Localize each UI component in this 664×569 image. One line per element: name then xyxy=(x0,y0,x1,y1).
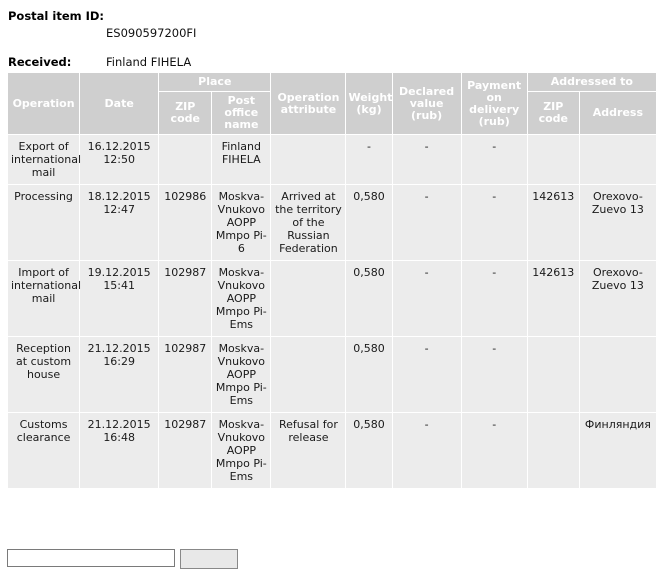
cell-weight: 0,580 xyxy=(346,261,392,336)
tracking-number-input[interactable] xyxy=(7,549,175,567)
cell-place-zip-code: 102986 xyxy=(159,185,212,260)
cell-operation: Export of international mail xyxy=(8,135,81,184)
tracking-page: Postal item ID: ES090597200FI Received: … xyxy=(0,0,664,569)
col-header-payment-on-delivery: Payment on delivery (rub) xyxy=(461,73,527,134)
col-group-header-place: Place xyxy=(159,73,271,91)
cell-operation-attribute xyxy=(271,261,346,336)
cell-address xyxy=(579,337,656,412)
cell-declared-value: - xyxy=(392,135,461,184)
cell-payment-on-delivery: - xyxy=(461,261,527,336)
cell-addressed-zip-code: 142613 xyxy=(527,261,579,336)
tracking-table-body: Export of international mail 16.12.2015 1… xyxy=(8,135,656,488)
cell-date: 21.12.2015 16:48 xyxy=(80,413,159,488)
cell-addressed-zip-code xyxy=(527,135,579,184)
cell-weight: 0,580 xyxy=(346,185,392,260)
col-header-post-office-name: Post office name xyxy=(212,92,271,134)
cell-payment-on-delivery: - xyxy=(461,337,527,412)
table-row: Export of international mail 16.12.2015 1… xyxy=(8,135,656,184)
cell-place-zip-code: 102987 xyxy=(159,337,212,412)
cell-place-zip-code[interactable]: 102987 xyxy=(159,413,212,488)
col-header-addressed-zip-code: ZIP code xyxy=(527,92,579,134)
received-label: Received: xyxy=(8,55,72,69)
cell-post-office-name: Finland FIHELA xyxy=(212,135,271,184)
cell-address: Финляндия xyxy=(579,413,656,488)
cell-operation-attribute: Arrived at the territory of the Russian … xyxy=(271,185,346,260)
table-row: Processing 18.12.2015 12:47 102986 Moskva-V… xyxy=(8,185,656,260)
cell-post-office-name: Moskva-Vnukovo AOPP Mmpo Pi-Ems xyxy=(212,413,271,488)
cell-address: Orexovo-Zuevo 13 xyxy=(579,185,656,260)
cell-date: 16.12.2015 12:50 xyxy=(80,135,159,184)
cell-addressed-zip-code: 142613 xyxy=(527,185,579,260)
cell-operation: Reception at custom house xyxy=(8,337,80,412)
summary-row-item-id-value: ES090597200FI xyxy=(8,25,664,41)
cell-operation-attribute: Refusal for release xyxy=(271,413,346,488)
tracking-table-head: Operation Date Place Operation attribute… xyxy=(8,73,656,134)
cell-addressed-zip-code xyxy=(527,413,579,488)
table-row: Customs clearance 21.12.2015 16:48 102987 M… xyxy=(8,413,656,488)
postal-item-id-value: ES090597200FI xyxy=(106,26,197,40)
cell-address: Orexovo-Zuevo 13 xyxy=(579,261,656,336)
cell-declared-value: - xyxy=(392,413,461,488)
tracking-table-wrap: Operation Date Place Operation attribute… xyxy=(0,72,664,489)
col-header-declared-value: Declared value (rub) xyxy=(392,73,461,134)
cell-payment-on-delivery: - xyxy=(461,135,527,184)
cell-payment-on-delivery: - xyxy=(461,185,527,260)
summary-row-item-id: Postal item ID: xyxy=(8,8,664,24)
cell-post-office-name: Moskva-Vnukovo AOPP Mmpo Pi-Ems xyxy=(212,261,271,336)
cell-place-zip-code xyxy=(159,135,212,184)
cell-operation: Import of international mail xyxy=(8,261,81,336)
track-search-form xyxy=(7,549,238,569)
header-row-groups: Operation Date Place Operation attribute… xyxy=(8,73,656,134)
col-header-place-zip-code: ZIP code xyxy=(159,92,212,134)
cell-post-office-name: Moskva-Vnukovo AOPP Mmpo Pi-Ems xyxy=(212,337,271,412)
col-header-address: Address xyxy=(579,92,656,134)
received-value: Finland FIHELA xyxy=(106,55,192,69)
cell-date: 18.12.2015 12:47 xyxy=(80,185,159,260)
cell-address xyxy=(579,135,656,184)
table-row: Reception at custom house 21.12.2015 16:2… xyxy=(8,337,656,412)
track-submit-button[interactable] xyxy=(180,549,238,569)
cell-place-zip-code: 102987 xyxy=(159,261,212,336)
postal-item-id-label: Postal item ID: xyxy=(8,9,105,23)
table-row: Import of international mail 19.12.2015 1… xyxy=(8,261,656,336)
cell-operation: Processing xyxy=(8,185,80,260)
cell-declared-value: - xyxy=(392,337,461,412)
cell-weight: 0,580 xyxy=(346,413,392,488)
summary-row-received: Received: Finland FIHELA xyxy=(8,54,664,70)
summary-spacer xyxy=(8,43,664,54)
zip-code-link[interactable]: 102987 xyxy=(164,418,206,431)
col-header-operation-attribute: Operation attribute xyxy=(271,73,346,134)
cell-payment-on-delivery: - xyxy=(461,413,527,488)
cell-weight: 0,580 xyxy=(346,337,392,412)
cell-operation-attribute xyxy=(271,337,346,412)
cell-post-office-name: Moskva-Vnukovo AOPP Mmpo Pi-6 xyxy=(212,185,271,260)
col-group-header-addressed-to: Addressed to xyxy=(527,73,656,91)
col-header-operation: Operation xyxy=(8,73,80,134)
col-header-date: Date xyxy=(80,73,159,134)
cell-operation-attribute xyxy=(271,135,346,184)
shipment-summary: Postal item ID: ES090597200FI Received: … xyxy=(0,0,664,70)
cell-weight: - xyxy=(346,135,392,184)
cell-declared-value: - xyxy=(392,261,461,336)
col-header-weight: Weight (kg) xyxy=(346,73,392,134)
cell-addressed-zip-code xyxy=(527,337,579,412)
cell-operation: Customs clearance xyxy=(8,413,80,488)
cell-declared-value: - xyxy=(392,185,461,260)
tracking-table: Operation Date Place Operation attribute… xyxy=(7,72,657,489)
cell-date: 19.12.2015 15:41 xyxy=(80,261,159,336)
cell-date: 21.12.2015 16:29 xyxy=(80,337,159,412)
